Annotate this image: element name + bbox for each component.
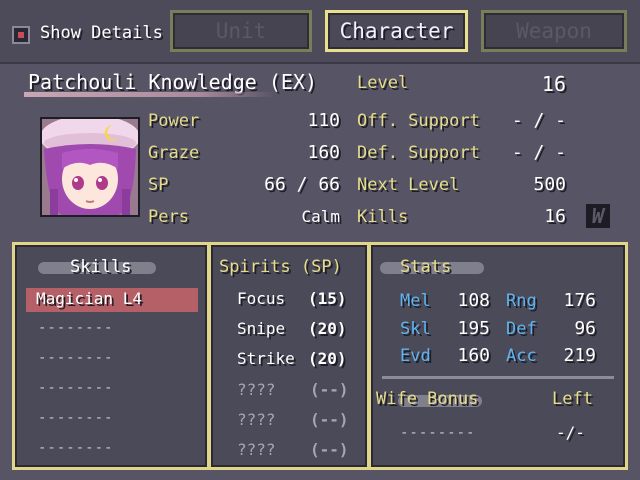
mel-label: Mel bbox=[400, 291, 431, 311]
spirit-cost: (--) bbox=[310, 410, 349, 429]
off-support-value: - / - bbox=[511, 110, 566, 131]
next-level-value: 500 bbox=[533, 174, 566, 195]
kills-label: Kills bbox=[357, 207, 409, 227]
sp-value: 66 / 66 bbox=[264, 174, 340, 195]
next-level-label: Next Level bbox=[357, 175, 460, 195]
tab-weapon[interactable]: Weapon bbox=[481, 10, 627, 52]
checkbox-dot-icon bbox=[18, 32, 24, 38]
off-support-label: Off. Support bbox=[357, 111, 480, 131]
evd-label: Evd bbox=[400, 346, 431, 366]
pers-label: Pers bbox=[148, 207, 189, 227]
mel-value: 108 bbox=[457, 290, 490, 311]
def-label: Def bbox=[506, 319, 537, 339]
spirit-name[interactable]: Snipe bbox=[237, 319, 285, 338]
show-details-checkbox[interactable] bbox=[12, 26, 30, 44]
tab-character[interactable]: Character bbox=[325, 10, 468, 52]
wife-bonus-value: -------- bbox=[400, 425, 476, 441]
graze-label: Graze bbox=[148, 143, 200, 163]
character-portrait bbox=[40, 117, 140, 217]
spirit-cost: (--) bbox=[310, 440, 349, 459]
stats-title: Stats bbox=[400, 257, 452, 277]
spirits-title: Spirits (SP) bbox=[219, 257, 342, 277]
skill-item[interactable]: -------- bbox=[38, 350, 113, 366]
def-value: 96 bbox=[574, 318, 596, 339]
level-label: Level bbox=[357, 73, 409, 93]
power-value: 110 bbox=[307, 110, 340, 131]
skill-item[interactable]: -------- bbox=[38, 380, 113, 396]
portrait-image bbox=[42, 119, 138, 215]
wife-bonus-label: Wife Bonus bbox=[376, 389, 479, 409]
skill-item[interactable]: -------- bbox=[38, 410, 113, 426]
skill-item[interactable]: -------- bbox=[38, 440, 113, 456]
def-support-label: Def. Support bbox=[357, 143, 480, 163]
spirit-cost: (20) bbox=[308, 349, 347, 368]
pers-value: Calm bbox=[301, 207, 340, 226]
spirit-name: ???? bbox=[237, 380, 276, 399]
spirit-name: ???? bbox=[237, 410, 276, 429]
rank-badge-icon: W bbox=[586, 204, 610, 228]
spirit-name: ???? bbox=[237, 440, 276, 459]
rng-value: 176 bbox=[563, 290, 596, 311]
spirit-name[interactable]: Strike bbox=[237, 349, 295, 368]
acc-value: 219 bbox=[563, 345, 596, 366]
sp-label: SP bbox=[148, 175, 169, 195]
acc-label: Acc bbox=[506, 346, 537, 366]
rng-label: Rng bbox=[506, 291, 537, 311]
spirit-cost: (20) bbox=[308, 319, 347, 338]
left-label: Left bbox=[552, 389, 593, 409]
left-value: -/- bbox=[556, 423, 585, 442]
tab-unit[interactable]: Unit bbox=[170, 10, 312, 52]
stats-divider bbox=[382, 376, 614, 379]
kills-value: 16 bbox=[544, 206, 566, 227]
level-value: 16 bbox=[541, 72, 566, 96]
name-underline bbox=[24, 92, 274, 97]
def-support-value: - / - bbox=[511, 142, 566, 163]
skill-item[interactable]: -------- bbox=[38, 320, 113, 336]
spirit-cost: (15) bbox=[308, 289, 347, 308]
evd-value: 160 bbox=[457, 345, 490, 366]
show-details-label[interactable]: Show Details bbox=[40, 23, 163, 43]
skl-value: 195 bbox=[457, 318, 490, 339]
graze-value: 160 bbox=[307, 142, 340, 163]
skills-title: Skills bbox=[70, 257, 132, 277]
skl-label: Skl bbox=[400, 319, 431, 339]
spirit-name[interactable]: Focus bbox=[237, 289, 285, 308]
power-label: Power bbox=[148, 111, 200, 131]
skill-item[interactable]: Magician L4 bbox=[36, 289, 142, 308]
character-name: Patchouli Knowledge (EX) bbox=[28, 70, 317, 94]
spirit-cost: (--) bbox=[310, 380, 349, 399]
